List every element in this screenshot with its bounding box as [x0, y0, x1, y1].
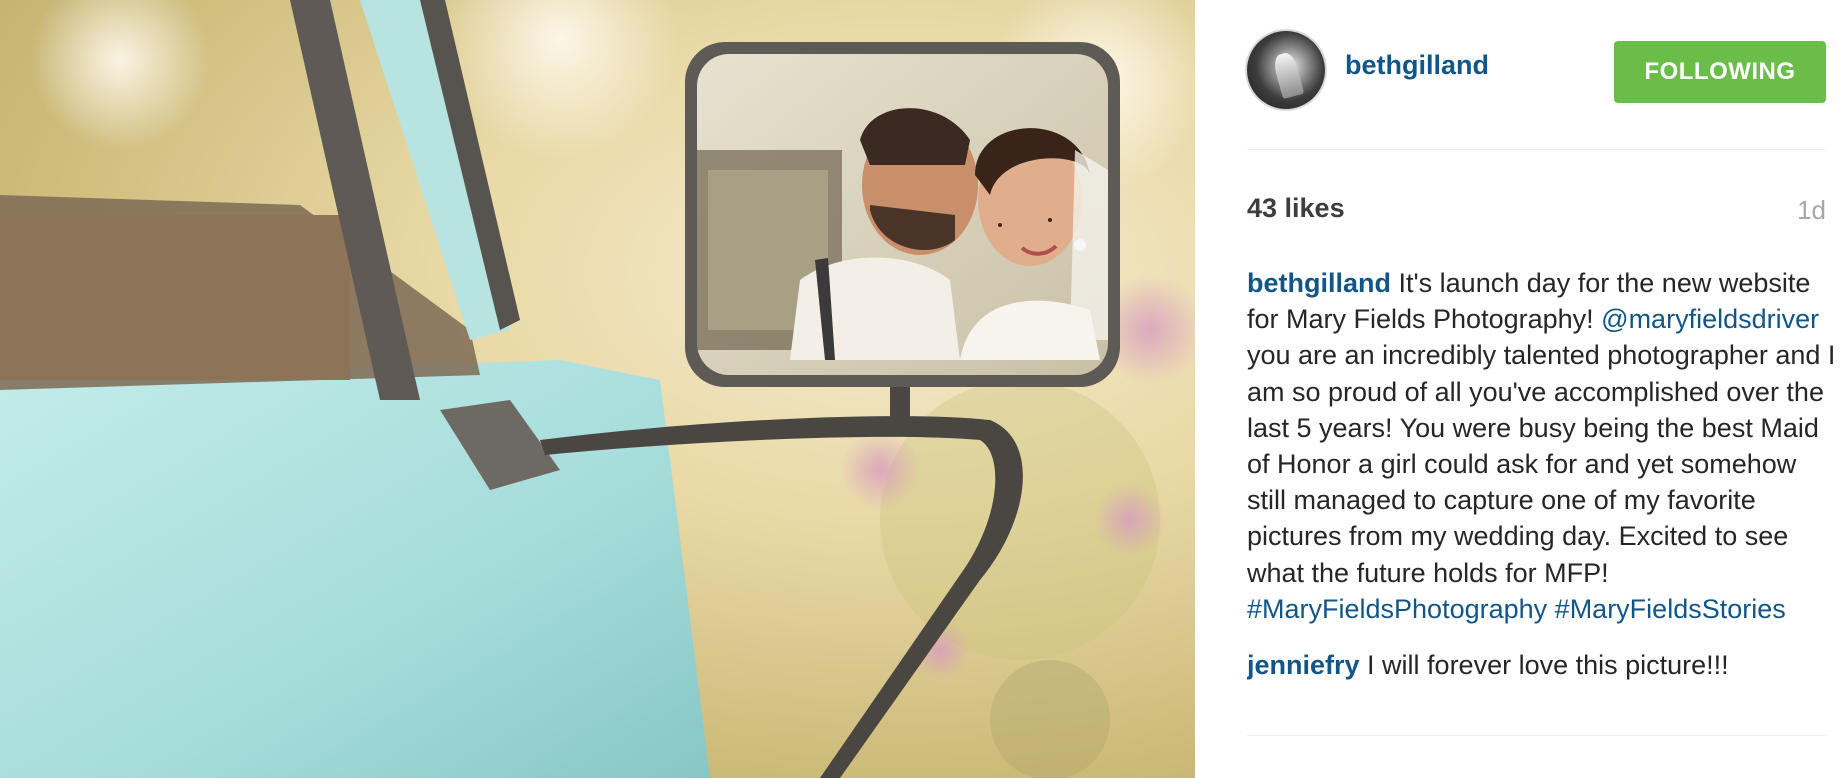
caption-hashtag[interactable]: #MaryFieldsPhotography [1247, 594, 1547, 624]
post-photo[interactable] [0, 0, 1195, 778]
post-sidebar: bethgilland FOLLOWING 43 likes 1d bethgi… [1195, 0, 1846, 778]
comments-fade-cover [1195, 736, 1846, 778]
caption-mention[interactable]: @maryfieldsdriver [1601, 304, 1819, 334]
avatar-figure-icon [1271, 50, 1305, 100]
header-divider [1247, 149, 1826, 150]
comment-item: jenniefry I will forever love this pictu… [1247, 647, 1837, 683]
caption-author[interactable]: bethgilland [1247, 268, 1391, 298]
caption-hashtag[interactable]: #MaryFieldsStories [1555, 594, 1786, 624]
wedding-photo-image [0, 0, 1195, 778]
post-author-username[interactable]: bethgilland [1345, 50, 1489, 81]
comment-text: I will forever love this picture!!! [1359, 650, 1729, 681]
following-button[interactable]: FOLLOWING [1614, 41, 1826, 103]
comment-author[interactable]: jenniefry [1247, 650, 1360, 680]
caption-text-part-2: you are an incredibly talented photograp… [1247, 340, 1836, 588]
caption: bethgilland It's launch day for the new … [1247, 265, 1837, 627]
profile-avatar[interactable] [1247, 31, 1325, 109]
post-time-ago[interactable]: 1d [1797, 195, 1826, 226]
comments-list[interactable]: bethgilland It's launch day for the new … [1247, 265, 1837, 735]
comments-bottom-divider [1247, 735, 1826, 736]
likes-count[interactable]: 43 likes [1247, 193, 1345, 224]
